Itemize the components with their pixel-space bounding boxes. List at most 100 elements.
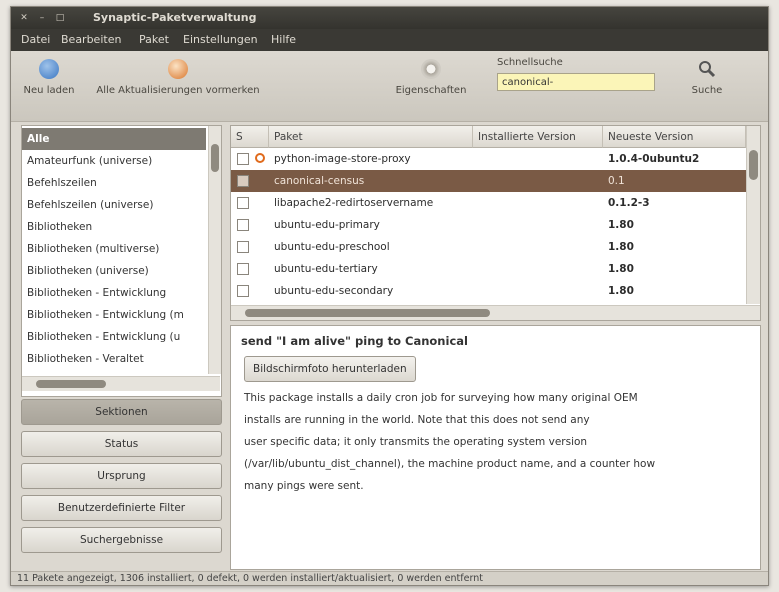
description-title: send "I am alive" ping to Canonical bbox=[241, 334, 468, 348]
installed-version bbox=[473, 280, 603, 302]
synaptic-window: ✕ – □ Synaptic-Paketverwaltung Datei Bea… bbox=[10, 6, 769, 586]
reload-button[interactable]: Neu laden bbox=[19, 59, 79, 96]
column-header-status[interactable]: S bbox=[231, 126, 269, 148]
minimize-icon[interactable]: – bbox=[37, 13, 47, 23]
description-line: installs are running in the world. Note … bbox=[244, 414, 590, 426]
category-item[interactable]: Befehlszeilen bbox=[22, 172, 206, 194]
installed-version bbox=[473, 214, 603, 236]
package-checkbox[interactable] bbox=[237, 153, 249, 165]
menu-paket[interactable]: Paket bbox=[139, 33, 169, 46]
reload-label: Neu laden bbox=[23, 85, 75, 96]
window-title: Synaptic-Paketverwaltung bbox=[93, 11, 257, 24]
latest-version: 1.80 bbox=[608, 285, 634, 297]
table-row[interactable]: ubuntu-edu-secondary 1.80 bbox=[231, 280, 746, 302]
menu-datei[interactable]: Datei bbox=[21, 33, 50, 46]
menu-einstellungen[interactable]: Einstellungen bbox=[183, 33, 258, 46]
table-vertical-scrollbar[interactable] bbox=[746, 126, 760, 304]
package-checkbox[interactable] bbox=[237, 175, 249, 187]
quick-search-label: Schnellsuche bbox=[497, 57, 563, 68]
category-horizontal-scrollbar[interactable] bbox=[22, 376, 220, 391]
table-row[interactable]: libapache2-redirtoservername 0.1.2-3 bbox=[231, 192, 746, 214]
title-bar: ✕ – □ Synaptic-Paketverwaltung bbox=[11, 7, 768, 29]
table-row-selected[interactable]: canonical-census 0.1 bbox=[231, 170, 746, 192]
category-item[interactable]: Bibliotheken bbox=[22, 216, 206, 238]
origin-button[interactable]: Ursprung bbox=[21, 463, 222, 489]
sections-button[interactable]: Sektionen bbox=[21, 399, 222, 425]
package-checkbox[interactable] bbox=[237, 263, 249, 275]
category-item[interactable]: Amateurfunk (universe) bbox=[22, 150, 206, 172]
table-horizontal-scrollbar[interactable] bbox=[231, 305, 760, 320]
latest-version: 1.80 bbox=[608, 241, 634, 253]
category-item[interactable]: Bibliotheken - Entwicklung (m bbox=[22, 304, 206, 326]
package-name: canonical-census bbox=[274, 175, 365, 187]
package-table: S Paket Installierte Version Neueste Ver… bbox=[230, 125, 761, 321]
table-row[interactable]: ubuntu-edu-primary 1.80 bbox=[231, 214, 746, 236]
description-line: This package installs a daily cron job f… bbox=[244, 392, 638, 404]
search-results-button[interactable]: Suchergebnisse bbox=[21, 527, 222, 553]
description-line: (/var/lib/ubuntu_dist_channel), the mach… bbox=[244, 458, 656, 470]
installed-version bbox=[473, 258, 603, 280]
package-name: ubuntu-edu-preschool bbox=[274, 241, 390, 253]
menu-bearbeiten[interactable]: Bearbeiten bbox=[61, 33, 121, 46]
table-row[interactable]: python-image-store-proxy 1.0.4-0ubuntu2 bbox=[231, 148, 746, 170]
menu-bar: Datei Bearbeiten Paket Einstellungen Hil… bbox=[11, 29, 768, 51]
column-header-installed-version[interactable]: Installierte Version bbox=[473, 126, 603, 148]
category-item[interactable]: Befehlszeilen (universe) bbox=[22, 194, 206, 216]
quick-search-input[interactable] bbox=[497, 73, 655, 91]
properties-label: Eigenschaften bbox=[395, 85, 467, 96]
category-item[interactable]: Bibliotheken - Veraltet bbox=[22, 348, 206, 370]
scrollbar-thumb[interactable] bbox=[749, 150, 758, 180]
package-checkbox[interactable] bbox=[237, 285, 249, 297]
package-description: send "I am alive" ping to Canonical Bild… bbox=[230, 325, 761, 570]
gear-icon bbox=[421, 59, 441, 79]
package-name: ubuntu-edu-secondary bbox=[274, 285, 394, 297]
column-header-package[interactable]: Paket bbox=[269, 126, 473, 148]
category-item[interactable]: Bibliotheken (multiverse) bbox=[22, 238, 206, 260]
latest-version: 0.1.2-3 bbox=[608, 197, 650, 209]
scrollbar-thumb[interactable] bbox=[245, 309, 490, 317]
maximize-icon[interactable]: □ bbox=[55, 13, 65, 23]
menu-hilfe[interactable]: Hilfe bbox=[271, 33, 296, 46]
package-name: libapache2-redirtoservername bbox=[274, 197, 434, 209]
category-item[interactable]: Bibliotheken - Entwicklung (u bbox=[22, 326, 206, 348]
column-header-latest-version[interactable]: Neueste Version bbox=[603, 126, 746, 148]
status-bar: 11 Pakete angezeigt, 1306 installiert, 0… bbox=[11, 571, 768, 585]
description-line: many pings were sent. bbox=[244, 480, 364, 492]
scrollbar-thumb[interactable] bbox=[211, 144, 219, 172]
latest-version: 0.1 bbox=[608, 175, 625, 187]
installed-version bbox=[473, 236, 603, 258]
supported-icon bbox=[255, 153, 265, 163]
mark-all-label: Alle Aktualisierungen vormerken bbox=[96, 85, 260, 96]
installed-version bbox=[473, 170, 603, 192]
package-checkbox[interactable] bbox=[237, 241, 249, 253]
table-row[interactable]: ubuntu-edu-tertiary 1.80 bbox=[231, 258, 746, 280]
installed-version bbox=[473, 148, 603, 170]
package-name: python-image-store-proxy bbox=[274, 153, 411, 165]
get-screenshot-button[interactable]: Bildschirmfoto herunterladen bbox=[244, 356, 416, 382]
close-icon[interactable]: ✕ bbox=[19, 13, 29, 23]
reload-icon bbox=[39, 59, 59, 79]
search-icon bbox=[697, 59, 717, 79]
installed-version bbox=[473, 192, 603, 214]
mark-upgrades-icon bbox=[168, 59, 188, 79]
properties-button[interactable]: Eigenschaften bbox=[381, 59, 481, 96]
package-checkbox[interactable] bbox=[237, 197, 249, 209]
search-button[interactable]: Suche bbox=[687, 59, 727, 96]
package-checkbox[interactable] bbox=[237, 219, 249, 231]
status-button[interactable]: Status bbox=[21, 431, 222, 457]
latest-version: 1.0.4-0ubuntu2 bbox=[608, 153, 700, 165]
category-item[interactable]: Bibliotheken - Entwicklung bbox=[22, 282, 206, 304]
latest-version: 1.80 bbox=[608, 219, 634, 231]
category-list: Alle Amateurfunk (universe) Befehlszeile… bbox=[21, 125, 222, 397]
search-label: Suche bbox=[691, 85, 723, 96]
latest-version: 1.80 bbox=[608, 263, 634, 275]
category-vertical-scrollbar[interactable] bbox=[208, 126, 221, 374]
package-name: ubuntu-edu-tertiary bbox=[274, 263, 378, 275]
custom-filters-button[interactable]: Benutzerdefinierte Filter bbox=[21, 495, 222, 521]
mark-all-upgrades-button[interactable]: Alle Aktualisierungen vormerken bbox=[83, 59, 273, 96]
scrollbar-thumb[interactable] bbox=[36, 380, 106, 388]
category-item[interactable]: Bibliotheken (universe) bbox=[22, 260, 206, 282]
package-name: ubuntu-edu-primary bbox=[274, 219, 380, 231]
table-row[interactable]: ubuntu-edu-preschool 1.80 bbox=[231, 236, 746, 258]
category-item[interactable]: Alle bbox=[22, 128, 206, 150]
